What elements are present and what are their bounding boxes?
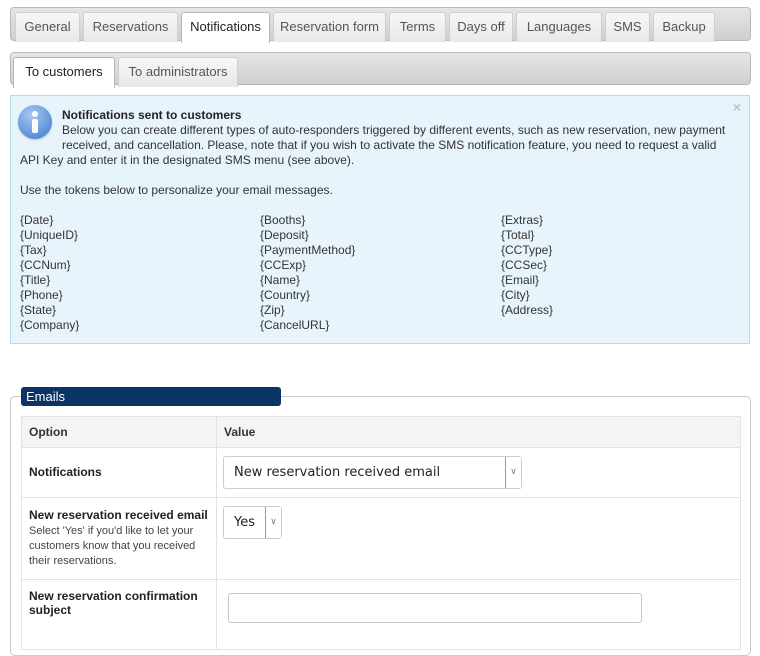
main-tab-bar: General Reservations Notifications Reser…: [10, 7, 751, 43]
tab-days-off[interactable]: Days off: [449, 12, 513, 42]
token: {PaymentMethod}: [260, 243, 356, 257]
select-value: New reservation received email: [234, 465, 441, 480]
received-email-select[interactable]: Yes ∨: [223, 506, 282, 539]
tab-reservations[interactable]: Reservations: [83, 12, 178, 42]
option-cell: New reservation confirmation subject: [21, 579, 217, 650]
token: {Booths}: [260, 213, 306, 227]
header-value: Value: [216, 416, 741, 448]
token: {Deposit}: [260, 228, 309, 242]
option-label: New reservation received email: [29, 508, 208, 522]
tab-to-customers[interactable]: To customers: [13, 57, 115, 88]
table-row: New reservation confirmation subject: [21, 579, 741, 650]
select-value: Yes: [234, 515, 255, 530]
token: {Extras}: [501, 213, 544, 227]
token: {City}: [501, 288, 530, 302]
token: {Title}: [20, 273, 51, 287]
sub-tab-bar: To customers To administrators: [10, 52, 751, 88]
token: {Name}: [260, 273, 301, 287]
token-column: {Date} {UniqueID} {Tax} {CCNum} {Title} …: [20, 213, 79, 333]
info-text: API Key and enter it in the designated S…: [20, 153, 355, 167]
notifications-select[interactable]: New reservation received email ∨: [223, 456, 522, 489]
info-icon: [18, 105, 52, 139]
token: {Phone}: [20, 288, 63, 302]
tab-backup[interactable]: Backup: [653, 12, 715, 42]
token-column: {Booths} {Deposit} {PaymentMethod} {CCEx…: [260, 213, 355, 333]
token-column: {Extras} {Total} {CCType} {CCSec} {Email…: [501, 213, 553, 318]
option-description: Select 'Yes' if you'd like to let your c…: [29, 525, 196, 567]
token: {State}: [20, 303, 57, 317]
options-table: Option Value Notifications New reservati…: [21, 416, 741, 650]
option-label: Notifications: [29, 465, 102, 479]
token: {Total}: [501, 228, 535, 242]
option-label: New reservation confirmation subject: [29, 589, 198, 617]
table-row: New reservation received email Select 'Y…: [21, 497, 741, 580]
tab-general[interactable]: General: [15, 12, 80, 42]
option-cell: Notifications: [21, 447, 217, 498]
confirmation-subject-input[interactable]: [228, 593, 642, 623]
token: {UniqueID}: [20, 228, 79, 242]
token: {Zip}: [260, 303, 285, 317]
token: {CancelURL}: [260, 318, 330, 332]
tab-to-administrators[interactable]: To administrators: [118, 57, 238, 87]
value-cell: Yes ∨: [216, 497, 741, 580]
tab-languages[interactable]: Languages: [516, 12, 602, 42]
tab-notifications[interactable]: Notifications: [181, 12, 270, 43]
tokens-intro: Use the tokens below to personalize your…: [20, 183, 333, 197]
option-cell: New reservation received email Select 'Y…: [21, 497, 217, 580]
token: {CCNum}: [20, 258, 71, 272]
token: {Company}: [20, 318, 80, 332]
token: {Country}: [260, 288, 311, 302]
emails-legend: Emails: [21, 387, 281, 406]
info-box: × Notifications sent to customers Below …: [10, 95, 750, 344]
info-text: received, and cancellation. Please, note…: [62, 138, 717, 152]
close-icon[interactable]: ×: [733, 100, 741, 115]
table-header-row: Option Value: [21, 416, 741, 448]
info-text: Below you can create different types of …: [62, 123, 726, 137]
tab-terms[interactable]: Terms: [389, 12, 446, 42]
header-option: Option: [21, 416, 217, 448]
token: {Tax}: [20, 243, 47, 257]
chevron-down-icon: ∨: [505, 457, 521, 488]
token: {CCExp}: [260, 258, 307, 272]
token: {Date}: [20, 213, 54, 227]
chevron-down-icon: ∨: [265, 507, 281, 538]
table-row: Notifications New reservation received e…: [21, 447, 741, 498]
tab-sms[interactable]: SMS: [605, 12, 650, 42]
value-cell: New reservation received email ∨: [216, 447, 741, 498]
token: {Address}: [501, 303, 554, 317]
value-cell: [216, 579, 741, 650]
token: {CCSec}: [501, 258, 548, 272]
tab-reservation-form[interactable]: Reservation form: [273, 12, 386, 42]
info-title: Notifications sent to customers: [62, 108, 242, 122]
token: {Email}: [501, 273, 540, 287]
token: {CCType}: [501, 243, 553, 257]
